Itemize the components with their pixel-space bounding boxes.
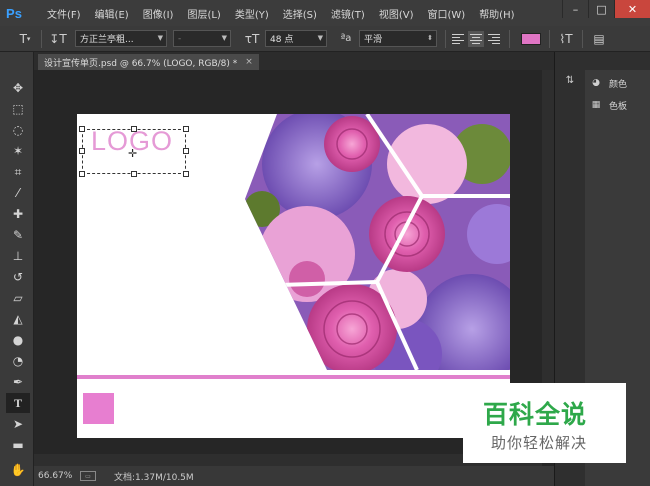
chevron-down-icon: ▼	[317, 34, 323, 42]
menu-window[interactable]: 窗口(W)	[420, 6, 472, 21]
align-left-icon[interactable]	[450, 31, 466, 47]
transform-handle[interactable]	[131, 171, 137, 177]
lasso-tool-icon[interactable]: ◌	[6, 120, 30, 140]
zoom-level[interactable]: 66.67%	[38, 471, 72, 481]
font-family-select[interactable]: 方正兰亭粗... ▼	[75, 30, 167, 47]
document-tab-title: 设计宣传单页.psd @ 66.7% (LOGO, RGB/8) *	[44, 58, 238, 69]
paint-bucket-icon[interactable]: ◭	[6, 309, 30, 329]
eyedropper-icon[interactable]: ⁄	[6, 183, 30, 203]
menu-image[interactable]: 图像(I)	[136, 6, 181, 21]
menu-layer[interactable]: 图层(L)	[180, 6, 227, 21]
transform-handle[interactable]	[79, 148, 85, 154]
updown-icon: ⬍	[427, 34, 433, 42]
menu-edit[interactable]: 编辑(E)	[88, 6, 136, 21]
menu-items: 文件(F) 编辑(E) 图像(I) 图层(L) 类型(Y) 选择(S) 滤镜(T…	[40, 6, 522, 21]
separator	[549, 29, 550, 48]
menu-view[interactable]: 视图(V)	[372, 6, 421, 21]
watermark-subtitle: 助你轻松解决	[491, 434, 588, 452]
hand-tool-icon[interactable]: ✋	[6, 460, 30, 480]
path-select-icon[interactable]: ➤	[6, 414, 30, 434]
font-size-select[interactable]: 48 点 ▼	[265, 30, 327, 47]
document-tab-bar: 设计宣传单页.psd @ 66.7% (LOGO, RGB/8) * ×	[34, 52, 554, 70]
watermark: 百科全说 助你轻松解决	[463, 383, 626, 463]
window-controls: – □ ✕	[562, 0, 650, 18]
font-size-icon: τT	[244, 31, 260, 46]
accent-square	[83, 393, 114, 424]
font-style-select[interactable]: - ▼	[173, 30, 231, 47]
text-color-swatch[interactable]	[521, 32, 541, 45]
pen-tool-icon[interactable]: ✒	[6, 372, 30, 392]
menu-filter[interactable]: 滤镜(T)	[324, 6, 372, 21]
transform-handle[interactable]	[131, 126, 137, 132]
separator	[582, 29, 583, 48]
brush-tool-icon[interactable]: ✎	[6, 225, 30, 245]
align-center-icon[interactable]	[468, 30, 484, 47]
transform-handle[interactable]	[79, 171, 85, 177]
align-right-icon[interactable]	[486, 31, 502, 47]
panel-color-button[interactable]: ◕ 颜色	[589, 74, 649, 92]
panel-label: 颜色	[609, 79, 628, 90]
type-tool-icon[interactable]: T ▾	[12, 28, 38, 50]
marquee-tool-icon[interactable]: ⬚	[6, 99, 30, 119]
crop-tool-icon[interactable]: ⌗	[6, 162, 30, 182]
menu-type[interactable]: 类型(Y)	[228, 6, 276, 21]
menu-select[interactable]: 选择(S)	[276, 6, 324, 21]
type-tool-icon[interactable]: T	[6, 393, 30, 413]
swatches-icon: ▦	[591, 100, 601, 110]
close-button[interactable]: ✕	[614, 0, 650, 18]
transform-handle[interactable]	[183, 171, 189, 177]
tools-panel: ✥ ⬚ ◌ ✶ ⌗ ⁄ ✚ ✎ ⊥ ↺ ▱ ◭ ● ◔ ✒ T ➤ ▬ ✋	[0, 52, 34, 486]
options-bar: T ▾ ↧T 方正兰亭粗... ▼ - ▼ τT 48 点 ▼ ªa 平滑 ⬍ ⌇T ▤	[0, 26, 650, 52]
transform-handle[interactable]	[183, 126, 189, 132]
separator	[509, 29, 510, 48]
blur-tool-icon[interactable]: ●	[6, 330, 30, 350]
magic-wand-icon[interactable]: ✶	[6, 141, 30, 161]
minimize-button[interactable]: –	[562, 0, 588, 18]
chevron-down-icon: ▼	[157, 34, 163, 42]
status-bar: 66.67% ▭ 文档:1.37M/10.5M	[34, 466, 554, 486]
transform-handle[interactable]	[183, 148, 189, 154]
healing-brush-icon[interactable]: ✚	[6, 204, 30, 224]
antialias-select[interactable]: 平滑 ⬍	[359, 30, 437, 47]
menu-help[interactable]: 帮助(H)	[472, 6, 521, 21]
maximize-button[interactable]: □	[588, 0, 614, 18]
status-info-icon[interactable]: ▭	[80, 471, 96, 481]
menu-file[interactable]: 文件(F)	[40, 6, 88, 21]
history-panel-icon[interactable]: ⇅	[559, 70, 581, 90]
panel-swatches-button[interactable]: ▦ 色板	[589, 96, 649, 114]
rectangle-tool-icon[interactable]: ▬	[6, 435, 30, 455]
crosshair-cursor-icon: ✛	[128, 147, 138, 160]
watermark-title: 百科全说	[483, 400, 588, 429]
separator	[41, 29, 42, 48]
transform-handle[interactable]	[79, 126, 85, 132]
dodge-tool-icon[interactable]: ◔	[6, 351, 30, 371]
close-tab-icon[interactable]: ×	[245, 57, 253, 67]
photoshop-logo: Ps	[6, 5, 22, 21]
antialias-icon: ªa	[340, 33, 352, 44]
panel-label: 色板	[609, 101, 628, 112]
menu-bar: Ps 文件(F) 编辑(E) 图像(I) 图层(L) 类型(Y) 选择(S) 滤…	[0, 0, 650, 26]
document-tab[interactable]: 设计宣传单页.psd @ 66.7% (LOGO, RGB/8) * ×	[38, 54, 259, 70]
document-canvas[interactable]: LOGO ✛	[77, 114, 510, 438]
warp-text-icon[interactable]: ⌇T	[553, 28, 579, 50]
clone-stamp-icon[interactable]: ⊥	[6, 246, 30, 266]
character-panel-icon[interactable]: ▤	[586, 28, 612, 50]
eraser-icon[interactable]: ▱	[6, 288, 30, 308]
accent-line	[77, 375, 510, 379]
text-orientation-icon[interactable]: ↧T	[45, 28, 71, 50]
history-brush-icon[interactable]: ↺	[6, 267, 30, 287]
move-tool-icon[interactable]: ✥	[6, 78, 30, 98]
palette-icon: ◕	[592, 78, 600, 88]
document-size-info: 文档:1.37M/10.5M	[114, 472, 194, 483]
separator	[445, 29, 446, 48]
chevron-down-icon: ▼	[221, 34, 227, 42]
